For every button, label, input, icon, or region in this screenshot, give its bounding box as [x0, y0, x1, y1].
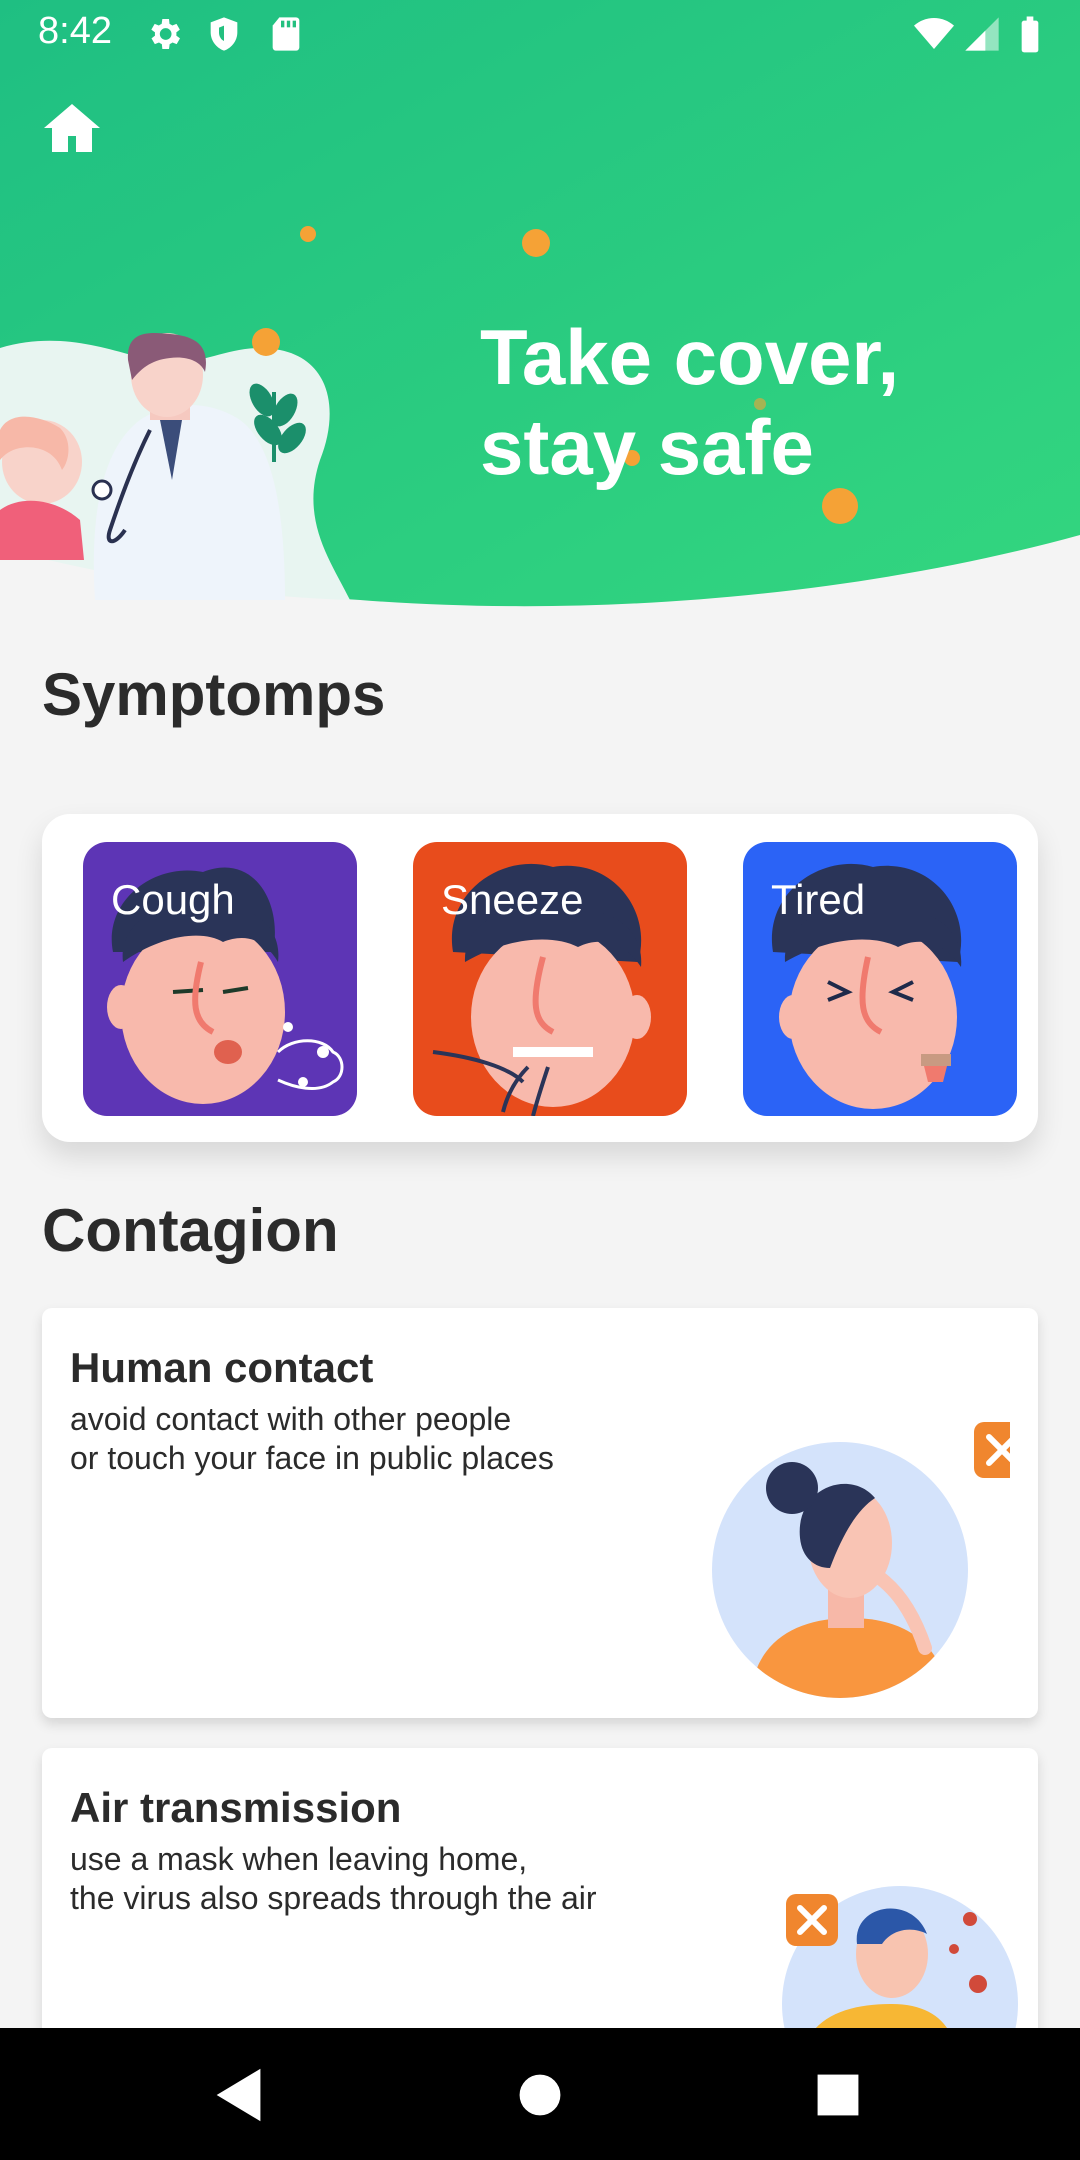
- recents-icon[interactable]: [803, 2060, 873, 2130]
- home-icon[interactable]: [40, 96, 104, 160]
- card-description-line: or touch your face in public places: [70, 1440, 554, 1476]
- symptom-tired-tile[interactable]: Tired: [743, 842, 1017, 1116]
- symptom-label: Sneeze: [441, 876, 584, 923]
- battery-icon: [1021, 16, 1039, 53]
- human-contact-card[interactable]: Human contact avoid contact with other p…: [42, 1308, 1038, 1718]
- sd-card-icon: [272, 17, 300, 51]
- home-circle-icon[interactable]: [505, 2060, 575, 2130]
- status-bar: 8:42: [0, 0, 1080, 66]
- status-time: 8:42: [38, 10, 112, 52]
- navigation-bar: [0, 2028, 1080, 2160]
- contagion-heading: Contagion: [42, 1197, 339, 1264]
- card-description-line: avoid contact with other people: [70, 1401, 512, 1437]
- card-description: avoid contact with other people or touch…: [70, 1400, 554, 1478]
- card-description: use a mask when leaving home, the virus …: [70, 1840, 597, 1918]
- symptoms-heading: Symptomps: [42, 661, 386, 728]
- shield-icon: [210, 17, 238, 51]
- symptom-cough-tile[interactable]: Cough: [83, 842, 357, 1116]
- patient-illustration: [0, 416, 84, 560]
- sneeze-air-illustration: [782, 1886, 1018, 2048]
- back-icon[interactable]: [205, 2060, 275, 2130]
- symptom-label: Cough: [111, 876, 235, 923]
- hero-title-line1: Take cover,: [480, 313, 900, 401]
- hero-title-line2: stay safe: [480, 403, 814, 491]
- air-transmission-card[interactable]: Air transmission use a mask when leaving…: [42, 1748, 1038, 2048]
- gear-icon: [151, 19, 180, 49]
- card-title: Human contact: [70, 1344, 374, 1391]
- symptoms-card: Cough Sneeze Tired: [42, 814, 1038, 1142]
- card-description-line: the virus also spreads through the air: [70, 1880, 597, 1916]
- card-title: Air transmission: [70, 1784, 402, 1831]
- symptom-label: Tired: [771, 876, 866, 923]
- wifi-icon: [914, 18, 954, 49]
- card-description-line: use a mask when leaving home,: [70, 1841, 528, 1877]
- symptom-sneeze-tile[interactable]: Sneeze: [413, 842, 687, 1116]
- hero-banner: [0, 0, 1080, 607]
- signal-icon: [965, 17, 999, 51]
- face-touch-illustration: [712, 1422, 1010, 1698]
- hero-title: Take cover, stay safe: [480, 312, 1040, 492]
